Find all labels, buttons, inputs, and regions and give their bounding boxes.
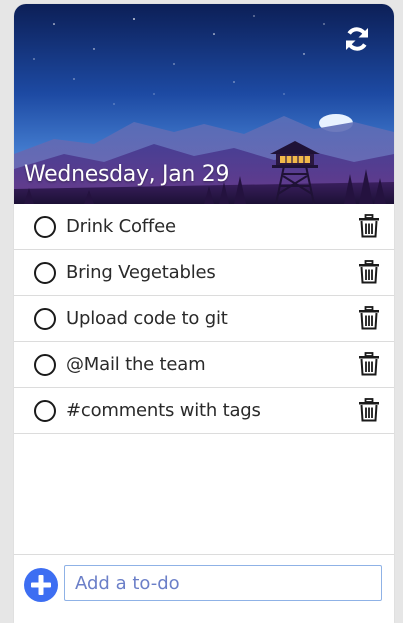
add-todo-input[interactable] (64, 565, 382, 601)
header-banner: Wednesday, Jan 29 (14, 4, 394, 204)
trash-icon (359, 352, 379, 376)
todo-item: Bring Vegetables (14, 250, 394, 296)
todo-item: #comments with tags (14, 388, 394, 434)
trash-icon (359, 214, 379, 238)
complete-checkbox[interactable] (34, 261, 56, 284)
todo-item: @Mail the team (14, 342, 394, 388)
complete-checkbox[interactable] (34, 399, 56, 422)
refresh-icon (346, 27, 368, 51)
trash-icon (359, 306, 379, 330)
todo-label: Bring Vegetables (66, 262, 216, 283)
trash-icon (359, 260, 379, 284)
complete-checkbox[interactable] (34, 307, 56, 330)
complete-checkbox[interactable] (34, 353, 56, 376)
plus-circle-icon (24, 568, 58, 602)
todo-label: @Mail the team (66, 354, 206, 375)
todo-item: Drink Coffee (14, 204, 394, 250)
add-todo-button[interactable] (24, 568, 58, 602)
delete-button[interactable] (358, 398, 380, 422)
add-todo-bar (14, 554, 394, 623)
todo-item: Upload code to git (14, 296, 394, 342)
todo-label: Upload code to git (66, 308, 228, 329)
delete-button[interactable] (358, 306, 380, 330)
todo-card: Wednesday, Jan 29 Drink Coffee Bring Veg… (14, 4, 394, 623)
todo-label: Drink Coffee (66, 216, 176, 237)
refresh-button[interactable] (342, 24, 372, 54)
delete-button[interactable] (358, 214, 380, 238)
delete-button[interactable] (358, 352, 380, 376)
delete-button[interactable] (358, 260, 380, 284)
todo-list: Drink Coffee Bring Vegetables Upload cod… (14, 204, 394, 434)
trash-icon (359, 398, 379, 422)
current-date: Wednesday, Jan 29 (24, 162, 230, 187)
complete-checkbox[interactable] (34, 215, 56, 238)
todo-label: #comments with tags (66, 400, 261, 421)
